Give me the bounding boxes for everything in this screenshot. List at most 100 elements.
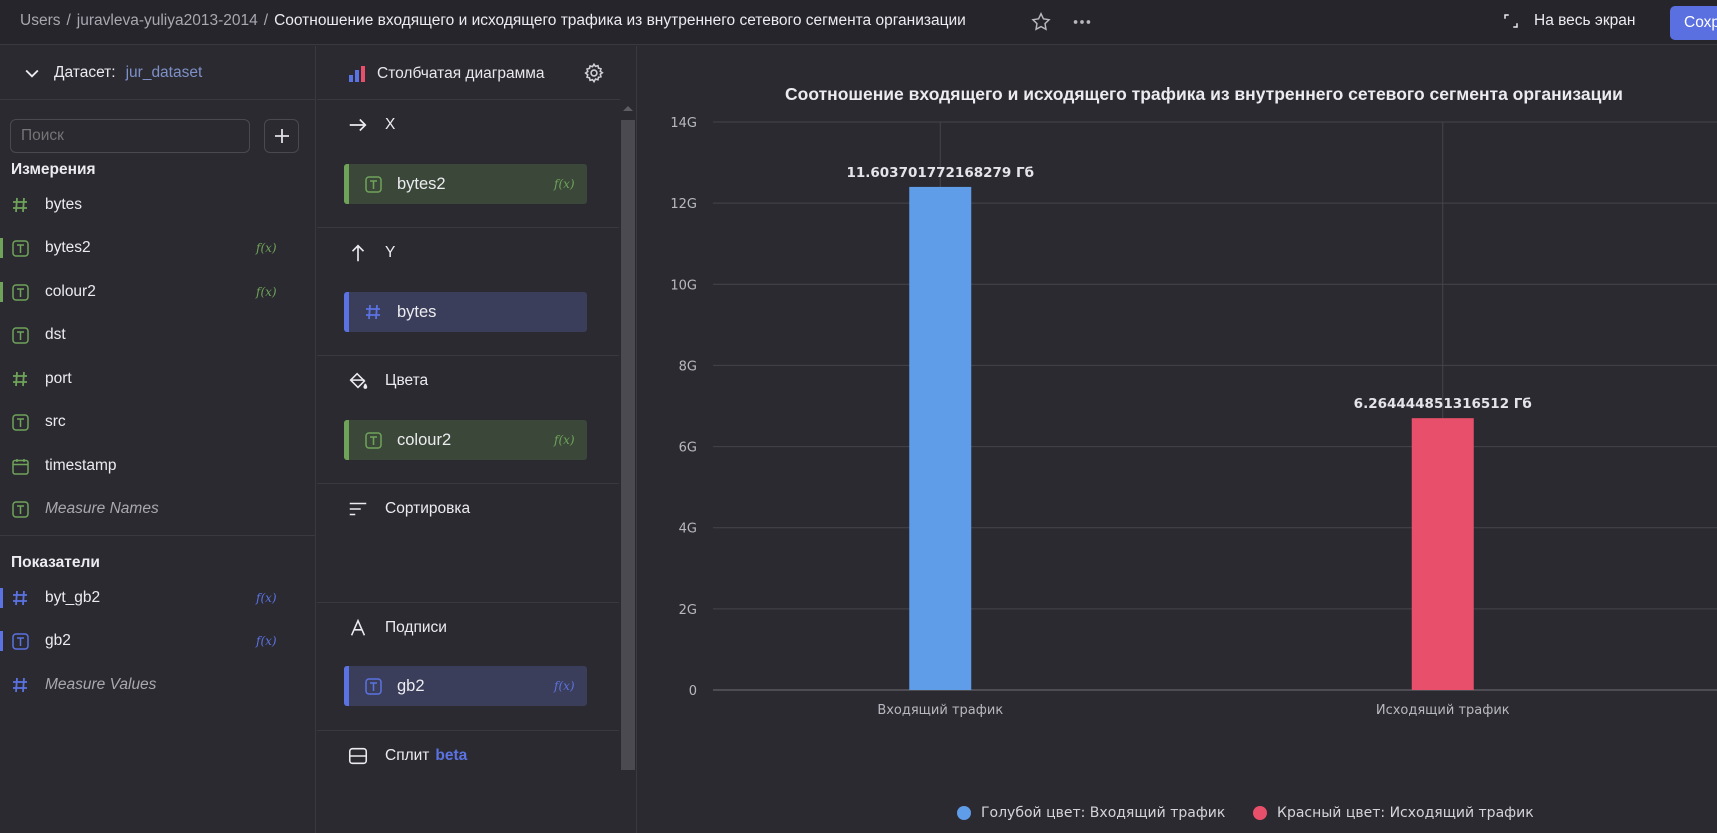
dimension-item-bytes[interactable]: bytes	[0, 187, 300, 223]
dimension-item-port[interactable]: port	[0, 361, 300, 397]
field-name: Measure Values	[45, 676, 157, 693]
y-axis-field-chip[interactable]: bytes	[344, 292, 587, 332]
y-tick-label: 8G	[679, 359, 697, 374]
y-axis-label: Y	[385, 244, 396, 261]
number-type-icon	[11, 589, 29, 607]
dimensions-title: Измерения	[11, 161, 96, 178]
text-type-icon	[11, 326, 29, 344]
gear-icon[interactable]	[583, 62, 605, 84]
measure-item-byt-gb2[interactable]: byt_gb2 f(x)	[0, 580, 300, 616]
slot-divider	[317, 227, 620, 228]
chart-type-header: Столбчатая диаграмма	[317, 46, 620, 100]
text-type-icon	[11, 283, 29, 301]
paint-bucket-icon	[349, 372, 368, 389]
legend-marker	[957, 806, 971, 820]
plus-icon	[274, 129, 289, 143]
beta-badge: beta	[435, 747, 468, 764]
fullscreen-label: На весь экран	[1534, 12, 1636, 29]
y-tick-label: 6G	[679, 441, 697, 456]
chip-marker	[344, 164, 349, 204]
chip-field-name: gb2	[397, 676, 425, 695]
number-type-icon	[11, 196, 29, 214]
x-axis-slot-title: X	[347, 114, 395, 136]
chip-marker	[344, 420, 349, 460]
chart-type-label: Столбчатая диаграмма	[377, 65, 545, 82]
sort-label: Сортировка	[385, 500, 471, 517]
bar-2	[1411, 418, 1474, 690]
breadcrumb-users[interactable]: Users	[20, 12, 60, 30]
text-type-icon	[364, 175, 382, 193]
number-type-icon	[11, 676, 29, 694]
bar-chart-icon	[349, 66, 365, 82]
field-search-row	[10, 119, 299, 153]
slot-divider	[317, 602, 620, 603]
y-axis-slot-title: Y	[347, 242, 395, 264]
chevron-down-icon[interactable]	[22, 63, 42, 83]
dimension-item-src[interactable]: src	[0, 404, 300, 440]
arrow-up-icon	[351, 244, 365, 262]
formula-icon: f(x)	[554, 433, 575, 447]
text-type-icon	[11, 239, 29, 257]
top-bar: Users / juravleva-yuliya2013-2014 / Соот…	[0, 0, 1717, 45]
dimension-item-timestamp[interactable]: timestamp	[0, 448, 300, 484]
dataset-header: Датасет: jur_dataset	[0, 46, 315, 100]
text-type-icon	[11, 413, 29, 431]
chip-field-name: bytes2	[397, 174, 446, 193]
calendar-icon	[11, 457, 29, 475]
chart-type-selector[interactable]: Столбчатая диаграмма	[347, 64, 545, 84]
legend-item-incoming[interactable]: Голубой цвет: Входящий трафик	[957, 805, 1225, 821]
legend-marker	[1253, 806, 1267, 820]
arrow-right-icon	[349, 118, 367, 132]
breadcrumb-current: Соотношение входящего и исходящего трафи…	[274, 12, 966, 29]
colors-slot-title: Цвета	[347, 370, 428, 392]
dataset-name-link[interactable]: jur_dataset	[126, 64, 203, 82]
fullscreen-button[interactable]: На весь экран	[1502, 12, 1635, 30]
labels-label: Подписи	[385, 619, 447, 636]
formula-icon: f(x)	[256, 285, 277, 299]
field-name: gb2	[45, 632, 71, 649]
save-button[interactable]: Сохр	[1670, 6, 1717, 40]
split-icon	[348, 747, 368, 765]
field-marker	[0, 588, 3, 608]
dimension-item-measure-names[interactable]: Measure Names	[0, 491, 300, 527]
add-field-button[interactable]	[264, 119, 299, 153]
legend-item-outgoing[interactable]: Красный цвет: Исходящий трафик	[1253, 805, 1534, 821]
bar-1	[909, 186, 972, 690]
dimension-item-bytes2[interactable]: bytes2 f(x)	[0, 230, 300, 266]
colors-field-chip[interactable]: colour2 f(x)	[344, 420, 587, 460]
panel-scrollbar[interactable]	[619, 100, 635, 833]
slot-divider	[317, 483, 620, 484]
colors-label: Цвета	[385, 372, 429, 389]
bar-data-label: 11.603701772168279 Гб	[846, 165, 1034, 181]
dimension-item-dst[interactable]: dst	[0, 317, 300, 353]
formula-icon: f(x)	[256, 241, 277, 255]
field-name: colour2	[45, 283, 96, 300]
field-search-input[interactable]	[10, 119, 250, 153]
measure-item-measure-values[interactable]: Measure Values	[0, 667, 300, 703]
chart-area: Соотношение входящего и исходящего трафи…	[636, 46, 1717, 833]
formula-icon: f(x)	[554, 679, 575, 693]
breadcrumb-user-folder[interactable]: juravleva-yuliya2013-2014	[77, 12, 258, 30]
scroll-thumb[interactable]	[621, 120, 635, 770]
text-type-icon	[11, 500, 29, 518]
x-axis-field-chip[interactable]: bytes2 f(x)	[344, 164, 587, 204]
legend-label: Голубой цвет: Входящий трафик	[981, 805, 1226, 821]
bar-data-label: 6.264444851316512 Гб	[1354, 396, 1532, 412]
dimension-item-colour2[interactable]: colour2 f(x)	[0, 274, 300, 310]
measure-item-gb2[interactable]: gb2 f(x)	[0, 623, 300, 659]
y-tick-label: 2G	[679, 603, 697, 618]
section-divider	[0, 535, 316, 536]
field-name: port	[45, 370, 72, 387]
sort-icon	[349, 502, 367, 516]
measures-title: Показатели	[11, 554, 100, 571]
labels-field-chip[interactable]: gb2 f(x)	[344, 666, 587, 706]
x-axis-label: X	[385, 116, 396, 133]
bar-chart: 0 2G 4G 6G 8G 10G 12G 14G 11.603701772168279 Гб В…	[670, 116, 1717, 718]
formula-icon: f(x)	[554, 177, 575, 191]
star-icon[interactable]	[1030, 11, 1052, 33]
scroll-up-arrow[interactable]	[623, 106, 633, 111]
more-icon[interactable]	[1071, 11, 1093, 33]
labels-slot-title: Подписи	[347, 617, 447, 639]
chip-field-name: colour2	[397, 430, 452, 449]
chip-field-name: bytes	[397, 302, 437, 321]
